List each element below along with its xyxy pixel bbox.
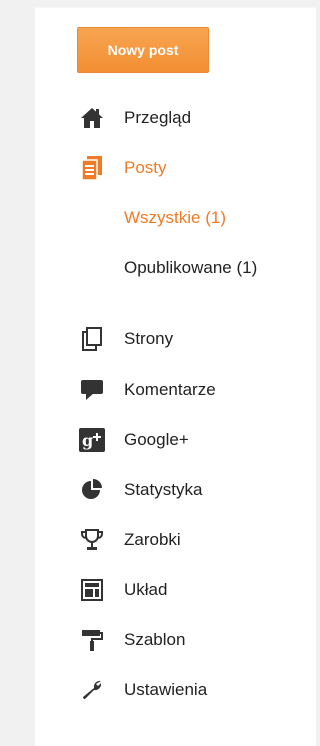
sidebar-item-label: Układ bbox=[124, 580, 168, 599]
paint-roller-icon bbox=[79, 627, 105, 653]
comment-icon bbox=[79, 377, 105, 403]
sidebar-item-overview[interactable]: Przegląd bbox=[79, 101, 309, 135]
sidebar-subitem-all-posts[interactable]: Wszystkie (1) bbox=[124, 201, 314, 235]
home-icon bbox=[79, 105, 105, 131]
sidebar-item-label: Szablon bbox=[124, 630, 186, 649]
sidebar-item-layout[interactable]: Układ bbox=[79, 573, 309, 607]
pie-chart-icon bbox=[79, 477, 105, 503]
sidebar-item-posts[interactable]: Posty bbox=[79, 151, 309, 185]
sidebar-panel: Nowy post Przegląd Posty Wszystkie (1) O… bbox=[35, 7, 316, 746]
sidebar-item-pages[interactable]: Strony bbox=[79, 322, 309, 356]
sidebar-item-label: Posty bbox=[124, 158, 167, 177]
wrench-icon bbox=[79, 677, 105, 703]
sidebar-item-label: Komentarze bbox=[124, 380, 216, 399]
sidebar-item-label: Statystyka bbox=[124, 480, 203, 499]
sidebar-subitem-published[interactable]: Opublikowane (1) bbox=[124, 251, 314, 285]
sidebar-item-label: Zarobki bbox=[124, 530, 181, 549]
sidebar-item-earnings[interactable]: Zarobki bbox=[79, 523, 309, 557]
sidebar-item-settings[interactable]: Ustawienia bbox=[79, 673, 309, 707]
new-post-button[interactable]: Nowy post bbox=[77, 27, 209, 73]
sidebar-item-google-plus[interactable]: g Google+ bbox=[79, 423, 309, 457]
google-plus-icon: g bbox=[79, 427, 105, 453]
sidebar-item-label: Strony bbox=[124, 329, 174, 348]
sidebar-item-label: Przegląd bbox=[124, 108, 192, 127]
svg-text:g: g bbox=[82, 431, 93, 450]
posts-icon bbox=[79, 155, 105, 181]
layout-icon bbox=[79, 577, 105, 603]
divider bbox=[35, 7, 316, 8]
sidebar-item-template[interactable]: Szablon bbox=[79, 623, 309, 657]
sidebar-item-label: Google+ bbox=[124, 430, 189, 449]
trophy-icon bbox=[79, 527, 105, 553]
sidebar-item-label: Ustawienia bbox=[124, 680, 208, 699]
sidebar-item-comments[interactable]: Komentarze bbox=[79, 373, 309, 407]
sidebar-item-stats[interactable]: Statystyka bbox=[79, 473, 309, 507]
pages-icon bbox=[79, 326, 105, 352]
